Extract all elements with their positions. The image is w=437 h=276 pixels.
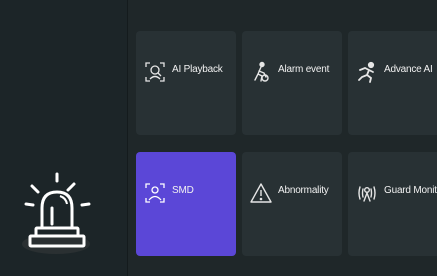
ai-playback-icon xyxy=(145,62,165,82)
tile-label: Abnormality xyxy=(278,185,329,196)
tile-alarm-event[interactable]: Alarm event xyxy=(242,31,342,135)
tile-label: SMD xyxy=(172,185,194,196)
tile-label: Alarm event xyxy=(278,64,330,75)
guard-monitor-icon xyxy=(358,186,376,202)
alarm-siren-icon xyxy=(20,172,95,268)
tile-ai-playback[interactable]: AI Playback xyxy=(136,31,236,135)
tile-label: Advance AI xyxy=(384,64,433,75)
advance-ai-icon xyxy=(358,61,375,83)
smd-icon xyxy=(145,183,165,203)
sidebar xyxy=(0,0,127,276)
tile-smd[interactable]: SMD xyxy=(136,152,236,256)
alarm-event-icon xyxy=(254,61,269,82)
tile-guard-monitor[interactable]: Guard Monito xyxy=(348,152,437,256)
tile-abnormality[interactable]: Abnormality xyxy=(242,152,342,256)
feature-grid: AI Playback Alarm event Advance AI SMD A… xyxy=(128,0,437,276)
abnormality-warning-icon xyxy=(250,183,272,203)
tile-label: AI Playback xyxy=(172,64,223,75)
tile-label: Guard Monito xyxy=(384,185,437,196)
tile-advance-ai[interactable]: Advance AI xyxy=(348,31,437,135)
